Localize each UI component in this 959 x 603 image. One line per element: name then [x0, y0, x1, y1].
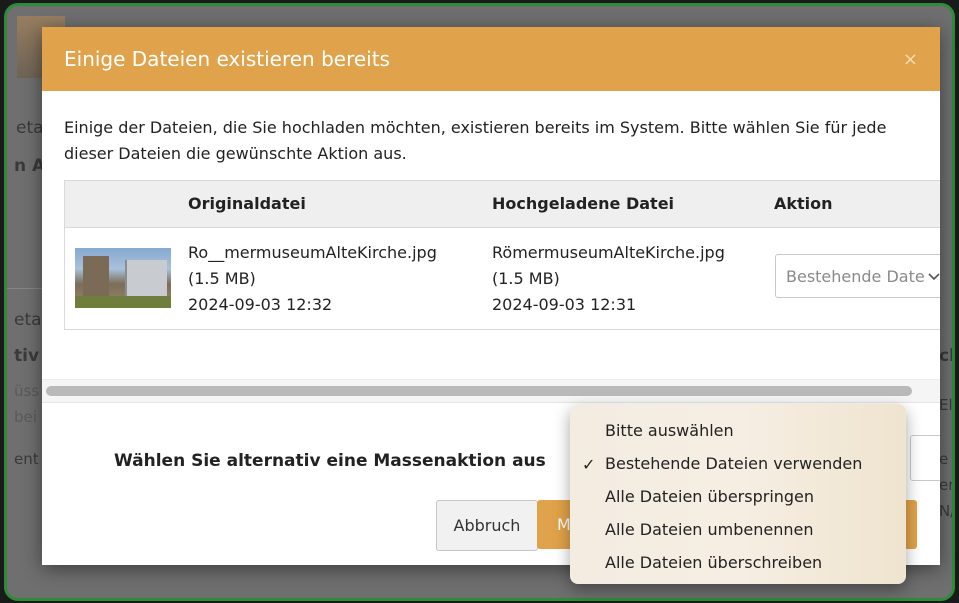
original-file-name: Ro__mermuseumAlteKirche.jpg	[188, 243, 437, 262]
file-action-select[interactable]: Bestehende Dateien verwenden	[775, 254, 940, 298]
original-file-date: 2024-09-03 12:32	[188, 295, 333, 314]
background-text: n A	[14, 156, 46, 176]
conflict-table: Originaldatei Hochgeladene Datei Aktion …	[64, 180, 940, 330]
dropdown-option-label: Bitte auswählen	[605, 421, 734, 440]
cancel-button[interactable]: Abbruch	[436, 500, 538, 551]
mass-action-dropdown: Bitte auswählen ✓ Bestehende Dateien ver…	[570, 404, 906, 584]
column-header-action: Aktion	[774, 194, 833, 213]
dropdown-option[interactable]: Alle Dateien überschreiben	[570, 546, 906, 579]
checkmark-icon: ✓	[582, 455, 596, 474]
table-header: Originaldatei Hochgeladene Datei Aktion	[65, 181, 940, 228]
uploaded-file-date: 2024-09-03 12:31	[492, 295, 637, 314]
background-text: eta	[14, 310, 42, 330]
close-icon[interactable]: ×	[903, 49, 918, 70]
column-header-original: Originaldatei	[188, 194, 306, 213]
dropdown-option[interactable]: Bitte auswählen	[570, 414, 906, 447]
original-file-info: Ro__mermuseumAlteKirche.jpg (1.5 MB) 202…	[188, 240, 437, 318]
dialog-intro-text: Einige der Dateien, die Sie hochladen mö…	[64, 118, 887, 163]
background-text: ch	[939, 346, 952, 366]
column-header-uploaded: Hochgeladene Datei	[492, 194, 675, 213]
dropdown-option-label: Alle Dateien überspringen	[605, 487, 815, 506]
table-row: Ro__mermuseumAlteKirche.jpg (1.5 MB) 202…	[65, 228, 940, 329]
dialog-header: Einige Dateien existieren bereits ×	[42, 27, 940, 91]
background-text: e	[939, 450, 949, 468]
dropdown-option[interactable]: Alle Dateien überspringen	[570, 480, 906, 513]
horizontal-scrollbar[interactable]	[42, 379, 940, 403]
file-thumbnail	[75, 248, 171, 308]
uploaded-file-info: RömermuseumAlteKirche.jpg (1.5 MB) 2024-…	[492, 240, 725, 318]
uploaded-file-size: (1.5 MB)	[492, 269, 560, 288]
background-text: ent	[14, 450, 39, 468]
scrollbar-thumb[interactable]	[46, 386, 912, 396]
dropdown-option-label: Bestehende Dateien verwenden	[605, 454, 863, 473]
dropdown-option-label: Alle Dateien überschreiben	[605, 553, 823, 572]
file-action-value: Bestehende Dateien verwenden	[786, 266, 940, 286]
dropdown-option-selected[interactable]: ✓ Bestehende Dateien verwenden	[570, 447, 906, 480]
dialog-title: Einige Dateien existieren bereits	[64, 47, 390, 71]
background-text: N/	[939, 502, 955, 520]
mass-action-label: Wählen Sie alternativ eine Massenaktion …	[114, 451, 546, 471]
background-text: eta	[16, 118, 44, 138]
uploaded-file-name: RömermuseumAlteKirche.jpg	[492, 243, 725, 262]
background-text: bei	[14, 408, 37, 426]
mass-action-select[interactable]	[910, 435, 940, 481]
background-text: er	[939, 476, 955, 494]
background-text: üss	[14, 382, 40, 400]
dropdown-option[interactable]: Alle Dateien umbenennen	[570, 513, 906, 546]
background-divider	[7, 288, 47, 289]
original-file-size: (1.5 MB)	[188, 269, 256, 288]
background-text: tiv	[14, 346, 40, 366]
chevron-down-icon	[924, 267, 940, 287]
background-text: Ele	[939, 396, 953, 414]
dropdown-option-label: Alle Dateien umbenennen	[605, 520, 814, 539]
